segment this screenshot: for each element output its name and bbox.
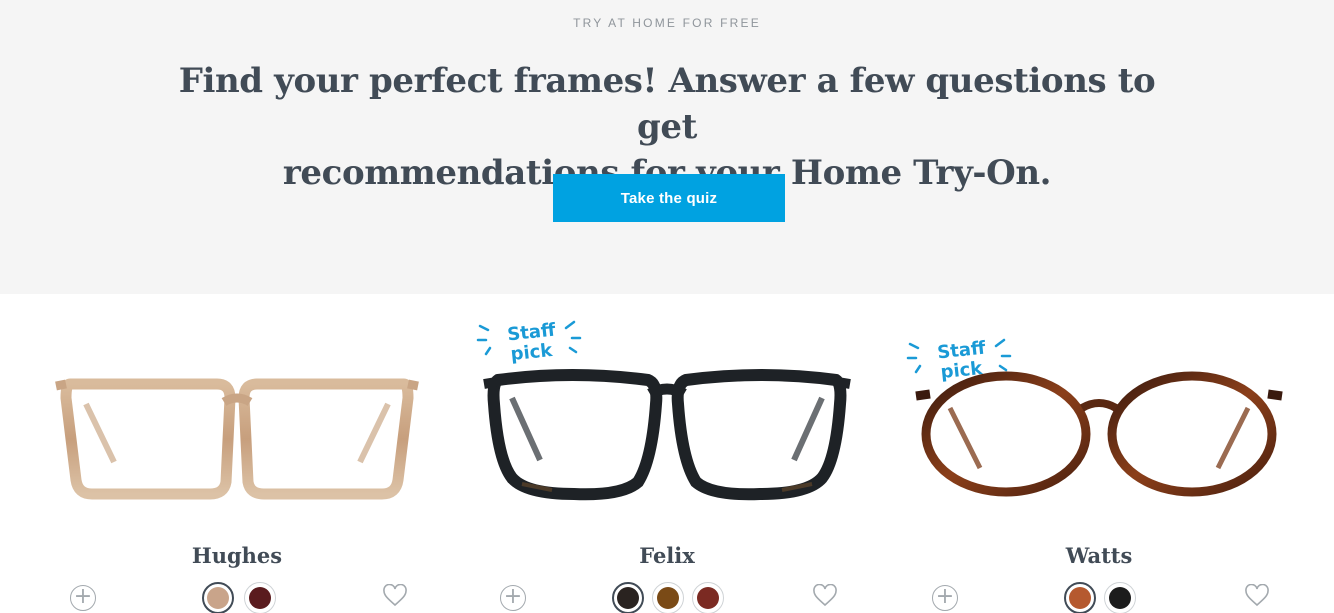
- swatch-color: [1109, 587, 1131, 609]
- product-card-watts[interactable]: Staff pick Watts +: [884, 294, 1314, 613]
- color-swatch-1[interactable]: [202, 582, 234, 613]
- hero-section: TRY AT HOME FOR FREE Find your perfect f…: [0, 0, 1334, 294]
- color-swatch-2[interactable]: [1104, 582, 1136, 613]
- felix-glasses-image[interactable]: [482, 364, 852, 504]
- product-name[interactable]: Watts: [884, 543, 1314, 568]
- swatch-color: [1069, 587, 1091, 609]
- hero-headline-line1: Find your perfect frames! Answer a few q…: [178, 61, 1156, 147]
- watts-glasses-image[interactable]: [914, 364, 1284, 504]
- product-name[interactable]: Hughes: [22, 543, 452, 568]
- swatch-color: [207, 587, 229, 609]
- color-swatch-2[interactable]: [652, 582, 684, 613]
- take-quiz-button[interactable]: Take the quiz: [553, 174, 785, 222]
- color-swatch-1[interactable]: [612, 582, 644, 613]
- color-swatch-2[interactable]: [244, 582, 276, 613]
- heart-outline-icon[interactable]: [812, 584, 838, 608]
- heart-outline-icon[interactable]: [382, 584, 408, 608]
- swatch-color: [697, 587, 719, 609]
- color-swatch-3[interactable]: [692, 582, 724, 613]
- product-card-hughes[interactable]: Hughes +: [22, 294, 452, 613]
- hero-eyebrow: TRY AT HOME FOR FREE: [573, 16, 761, 30]
- heart-outline-icon[interactable]: [1244, 584, 1270, 608]
- product-name[interactable]: Felix: [452, 543, 882, 568]
- color-swatch-1[interactable]: [1064, 582, 1096, 613]
- product-card-felix[interactable]: Staff pick Felix +: [452, 294, 882, 613]
- swatch-color: [249, 587, 271, 609]
- staff-pick-line2: pick: [510, 340, 555, 365]
- swatch-color: [617, 587, 639, 609]
- swatch-color: [657, 587, 679, 609]
- hughes-glasses-image[interactable]: [52, 364, 422, 504]
